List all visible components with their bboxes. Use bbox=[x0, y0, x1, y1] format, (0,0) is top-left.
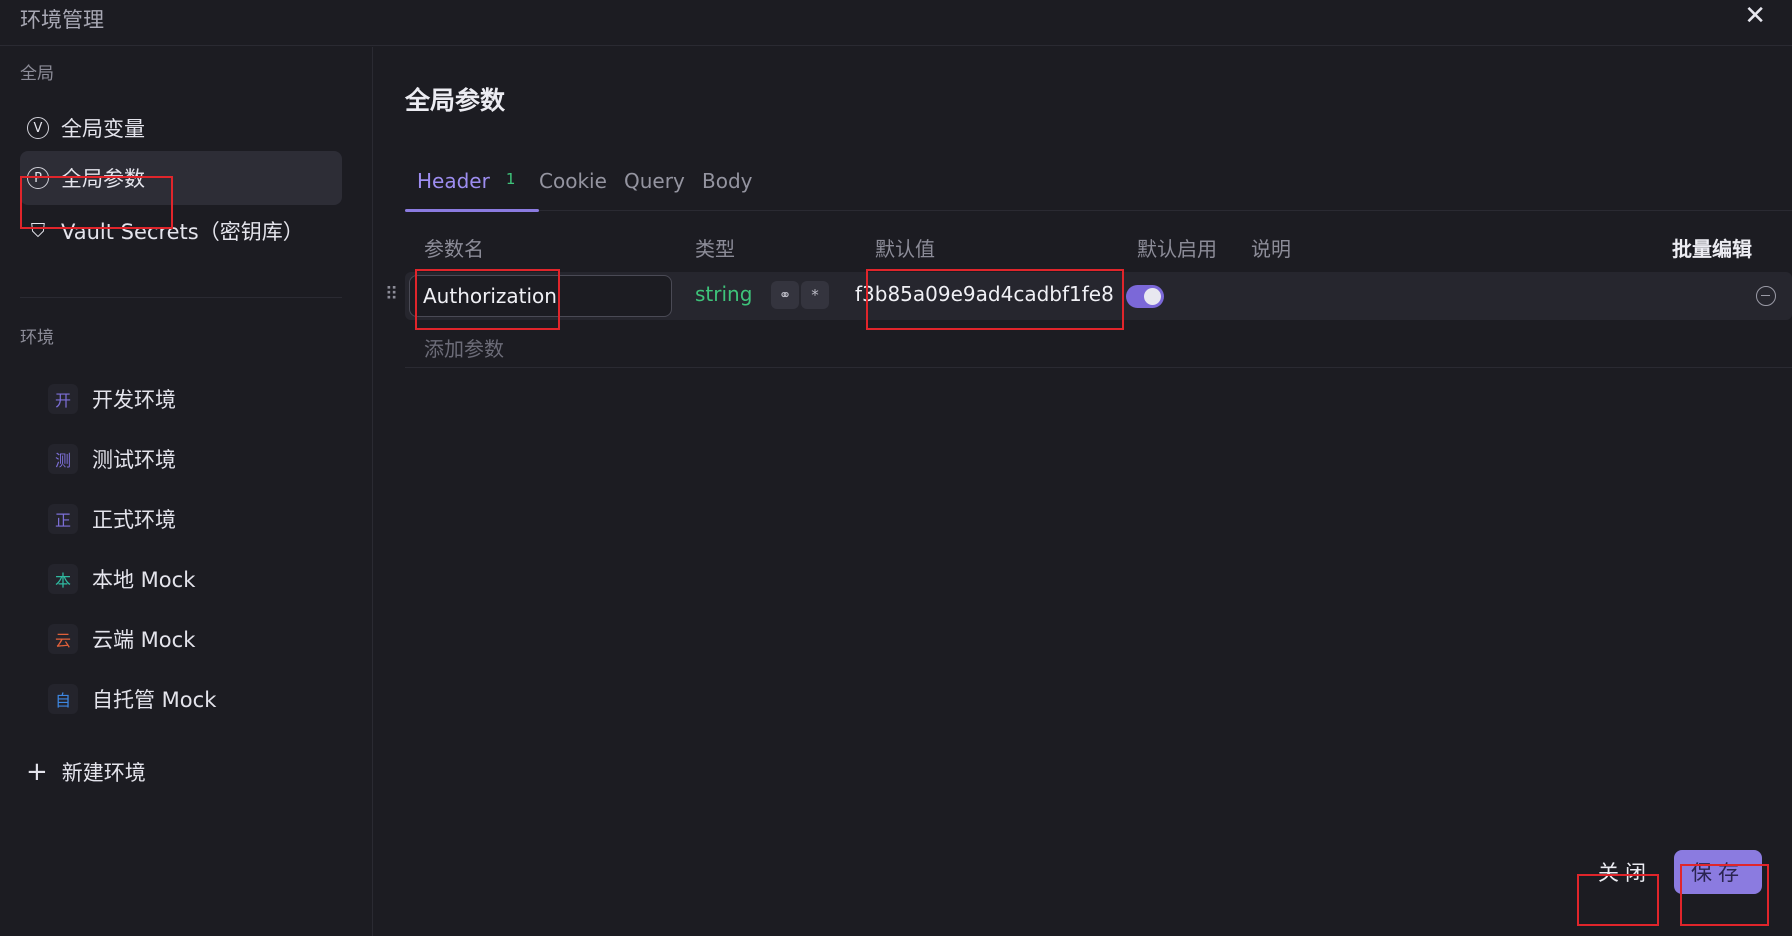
title-bar: 环境管理 ✕ bbox=[0, 0, 1792, 46]
env-item-label: 自托管 Mock bbox=[92, 688, 217, 712]
shield-icon: ⛉ bbox=[30, 220, 46, 242]
env-item-label: 开发环境 bbox=[92, 388, 176, 412]
env-item-prod[interactable]: 正 正式环境 bbox=[48, 499, 176, 539]
env-item-test[interactable]: 测 测试环境 bbox=[48, 439, 176, 479]
tab-label: Body bbox=[702, 169, 753, 193]
tab-cookie[interactable]: Cookie bbox=[539, 163, 607, 211]
env-item-label: 正式环境 bbox=[92, 508, 176, 532]
page-title: 全局参数 bbox=[405, 86, 506, 115]
env-item-label: 测试环境 bbox=[92, 448, 176, 472]
sidebar-item-label: Vault Secrets（密钥库） bbox=[61, 220, 304, 244]
tab-query[interactable]: Query bbox=[624, 163, 685, 211]
toggle-knob bbox=[1144, 288, 1161, 305]
tab-body[interactable]: Body bbox=[702, 163, 753, 211]
sidebar-item-vault-secrets[interactable]: ⛉ Vault Secrets（密钥库） bbox=[20, 204, 342, 258]
tab-label: Header bbox=[417, 169, 490, 193]
global-section-label: 全局 bbox=[20, 64, 54, 84]
new-environment-button[interactable]: + 新建环境 bbox=[26, 757, 146, 787]
param-tabs: Header 1 Cookie Query Body bbox=[405, 163, 1792, 212]
link-icon[interactable]: ⚭ bbox=[771, 281, 799, 309]
close-button[interactable]: 关闭 bbox=[1589, 850, 1661, 894]
column-header-default-value: 默认值 bbox=[875, 237, 935, 261]
sidebar-item-global-variables[interactable]: V 全局变量 bbox=[20, 101, 342, 155]
drag-handle-icon[interactable]: ⠿ bbox=[385, 284, 398, 305]
env-badge-icon: 自 bbox=[48, 684, 78, 714]
column-header-description: 说明 bbox=[1251, 237, 1291, 261]
env-badge-icon: 开 bbox=[48, 384, 78, 414]
env-item-label: 本地 Mock bbox=[92, 568, 196, 592]
save-button[interactable]: 保存 bbox=[1674, 850, 1762, 894]
sidebar-divider bbox=[20, 297, 342, 298]
tab-label: Cookie bbox=[539, 169, 607, 193]
param-default-value[interactable]: f3b85a09e9ad4cadbf1fe8 bbox=[855, 282, 1114, 306]
close-icon[interactable]: ✕ bbox=[1744, 2, 1766, 30]
env-section-label: 环境 bbox=[20, 328, 54, 348]
env-badge-icon: 本 bbox=[48, 564, 78, 594]
env-badge-icon: 正 bbox=[48, 504, 78, 534]
active-tab-indicator bbox=[405, 209, 539, 212]
new-environment-label: 新建环境 bbox=[61, 761, 146, 785]
dialog-title: 环境管理 bbox=[20, 8, 104, 32]
env-item-self-hosted-mock[interactable]: 自 自托管 Mock bbox=[48, 679, 216, 719]
table-row: ⠿ string ⚭ * f3b85a09e9ad4cadbf1fe8 bbox=[385, 272, 1792, 320]
sidebar-item-label: 全局变量 bbox=[61, 117, 145, 141]
tab-label: Query bbox=[624, 169, 685, 193]
param-name-input[interactable] bbox=[409, 275, 672, 317]
v-circle-icon: V bbox=[27, 117, 49, 139]
env-item-label: 云端 Mock bbox=[92, 628, 196, 652]
remove-circle-icon[interactable] bbox=[1756, 286, 1776, 306]
column-header-name: 参数名 bbox=[424, 237, 484, 261]
tab-count-badge: 1 bbox=[505, 170, 516, 188]
table-divider bbox=[405, 367, 1792, 368]
param-type-select[interactable]: string bbox=[695, 282, 752, 306]
env-badge-icon: 测 bbox=[48, 444, 78, 474]
bulk-edit-button[interactable]: 批量编辑 bbox=[1672, 233, 1752, 262]
sidebar-item-label: 全局参数 bbox=[61, 167, 145, 191]
sidebar: 全局 V 全局变量 P 全局参数 ⛉ Vault Secrets（密钥库） 环境… bbox=[0, 47, 373, 936]
sidebar-item-global-params[interactable]: P 全局参数 bbox=[20, 151, 342, 205]
env-badge-icon: 云 bbox=[48, 624, 78, 654]
main-panel: 全局参数 Header 1 Cookie Query Body 参数名 类型 默… bbox=[374, 47, 1792, 936]
p-circle-icon: P bbox=[27, 167, 49, 189]
plus-icon: + bbox=[26, 757, 48, 787]
column-header-default-enabled: 默认启用 bbox=[1137, 237, 1217, 261]
tab-header[interactable]: Header 1 bbox=[417, 163, 515, 211]
environment-management-dialog: 环境管理 ✕ 全局 V 全局变量 P 全局参数 ⛉ Vault Secrets（… bbox=[0, 0, 1792, 936]
env-item-cloud-mock[interactable]: 云 云端 Mock bbox=[48, 619, 195, 659]
default-enabled-toggle[interactable] bbox=[1126, 285, 1164, 308]
add-param-input[interactable]: 添加参数 bbox=[424, 333, 504, 362]
env-item-local-mock[interactable]: 本 本地 Mock bbox=[48, 559, 195, 599]
required-asterisk-icon[interactable]: * bbox=[801, 281, 829, 309]
env-item-dev[interactable]: 开 开发环境 bbox=[48, 379, 176, 419]
column-header-type: 类型 bbox=[695, 237, 735, 261]
